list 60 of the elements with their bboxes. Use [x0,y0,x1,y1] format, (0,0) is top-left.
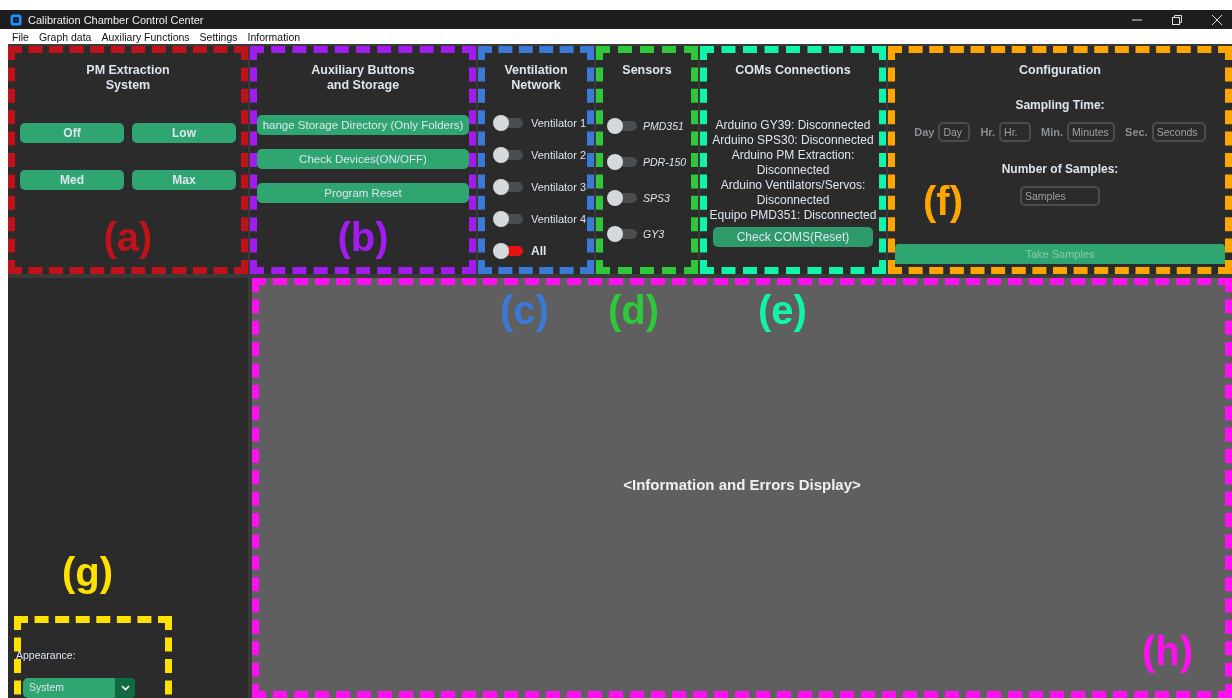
menu-item[interactable]: Information [247,30,301,43]
panel-title: Sensors [622,63,672,78]
panel-title: PM Extraction System [86,63,170,93]
input-field[interactable]: Day [938,122,971,142]
speed-button[interactable]: Max [132,170,236,190]
annotation-label: (b) [336,215,390,259]
switch-label: PDR-150 [643,156,687,168]
display-message: <Information and Errors Display> [623,475,861,493]
panel-title: Ventilation Network [504,63,568,93]
panel-title: Auxiliary Buttons and Storage [311,63,415,93]
speed-button[interactable]: Med [20,170,124,190]
panel-title: Configuration [1019,63,1101,78]
panel-title: COMs Connections [735,63,851,78]
switch-label: GY3 [643,228,664,240]
input-field[interactable]: Minutes [1067,122,1116,142]
annotation-label: (d) [608,288,660,332]
connection-status: Arduino Ventilators/Servos: Disconnected [719,178,867,208]
action-button[interactable]: Program Reset [257,183,469,203]
chevron-down-icon [120,685,130,691]
sampling-time-label: Sampling Time: [1015,98,1105,112]
connection-status: Arduino GY39: Disconnected [714,118,872,133]
menu-item[interactable]: Auxiliary Functions [101,30,190,43]
field-label: Min. [1041,126,1064,138]
connection-status: Arduino PM Extraction: Disconnected [730,148,856,178]
switch-label: Ventilator 3 [531,181,587,193]
field-label: Hr. [980,126,996,138]
menu-item[interactable]: File [12,30,29,43]
connection-status: Equipo PMD351: Disconnected [708,208,878,223]
switch-label: PMD351 [643,120,684,132]
field-label: Sec. [1125,126,1148,138]
window-title: Calibration Chamber Control Center [28,13,204,26]
annotation-label: (c) [500,288,549,332]
appearance-dropdown[interactable]: System [23,678,135,698]
input-field[interactable]: Seconds [1151,122,1206,142]
speed-button[interactable]: Low [132,123,236,143]
action-button[interactable]: hange Storage Directory (Only Folders) [257,115,469,135]
input-field[interactable]: Hr. [999,122,1032,142]
annotation-label: (h) [1141,629,1193,673]
appearance-label: Appearance: [16,649,77,661]
field-label: Day [914,126,935,138]
switch-label: All [531,244,547,258]
check-coms-button[interactable]: Check COMS(Reset) [713,227,873,247]
connection-status: Arduino SPS30: Disconnected [711,133,875,148]
switch-label: Ventilator 4 [531,213,587,225]
speed-button[interactable]: Off [20,123,124,143]
menu-item[interactable]: Settings [199,30,238,43]
menu-item[interactable]: Graph data [38,30,92,43]
switch-label: Ventilator 2 [531,149,587,161]
restore-icon[interactable] [1172,14,1182,25]
annotation-label: (g) [62,550,114,594]
close-icon[interactable] [1212,14,1222,25]
switch-label: SPS3 [643,192,670,204]
app-icon [10,13,22,26]
switch-label: Ventilator 1 [531,117,587,129]
action-button[interactable]: Check Devices(ON/OFF) [257,149,469,169]
annotation-label: (a) [102,215,154,259]
samples-label: Number of Samples: [1001,162,1119,176]
samples-field[interactable]: Samples [1020,186,1100,206]
annotation-label: (e) [758,288,807,332]
annotation-label: (f) [923,179,963,223]
